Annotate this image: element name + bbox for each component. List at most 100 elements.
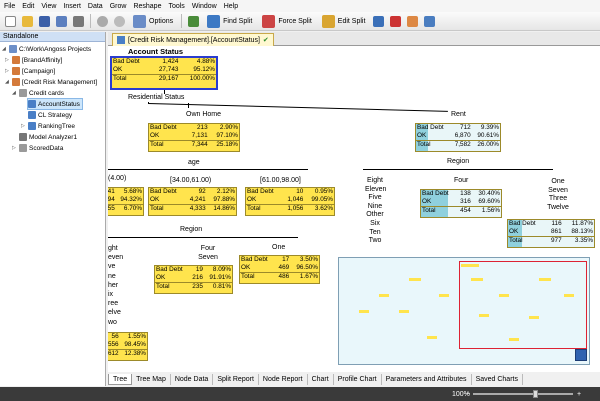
chart-button[interactable] <box>186 14 201 29</box>
node-age-left[interactable]: 41 5.68% 94 94.32% 55 6.70% <box>108 187 144 216</box>
minimap-node <box>399 310 409 313</box>
tree-view-button[interactable] <box>371 14 386 29</box>
tab-tree[interactable]: Tree <box>108 374 133 385</box>
zoom-out-icon[interactable]: − <box>466 391 470 398</box>
zoom-in-icon[interactable]: + <box>577 391 581 398</box>
expand-arrow-icon[interactable]: ▷ <box>21 123 26 129</box>
node-rent[interactable]: Bad Debt 712 9.39% OK 6,870 90.61% Total 7,58… <box>415 123 501 152</box>
tab-tree-map[interactable]: Tree Map <box>132 374 171 385</box>
minimap-node <box>409 278 421 281</box>
model-analyzer-icon <box>19 133 27 141</box>
force-split-icon <box>262 14 276 28</box>
chart-icon <box>188 15 200 27</box>
node-age-mid[interactable]: Bad Debt 92 2.12% OK 4,241 97.88% Total 4,333… <box>148 187 237 216</box>
open-button[interactable] <box>20 14 35 29</box>
minimap-node <box>439 294 449 297</box>
redo-button[interactable] <box>112 14 127 29</box>
tab-parameters[interactable]: Parameters and Attributes <box>382 374 472 385</box>
tab-profile-chart[interactable]: Profile Chart <box>334 374 382 385</box>
tab-split-report[interactable]: Split Report <box>213 374 259 385</box>
tab-saved-charts[interactable]: Saved Charts <box>472 374 523 385</box>
connector <box>188 103 189 108</box>
check-icon[interactable]: ✔ <box>263 36 269 44</box>
menu-bar: File Edit View Insert Data Grow Reshape … <box>0 0 600 12</box>
expand-arrow-icon[interactable]: ▷ <box>5 57 10 63</box>
minimap-node <box>539 278 551 281</box>
menu-help[interactable]: Help <box>224 3 238 10</box>
menu-data[interactable]: Data <box>88 3 103 10</box>
connector <box>108 237 298 238</box>
minimap[interactable] <box>338 257 590 365</box>
edit-split-button[interactable]: Edit Split <box>318 14 370 29</box>
tab-node-report[interactable]: Node Report <box>259 374 308 385</box>
menu-reshape[interactable]: Reshape <box>133 3 161 10</box>
minimap-toggle-button[interactable] <box>575 349 587 361</box>
node-four[interactable]: Bad Debt 138 30.40% OK 316 69.60% Total 454 1.… <box>420 189 502 218</box>
tree-item-credit-risk[interactable]: ◢ [Credit Risk Management] <box>5 77 97 87</box>
save-icon <box>39 15 50 27</box>
save-button[interactable] <box>37 14 52 29</box>
node-one[interactable]: Bad Debt 116 11.87% OK 861 88.13% Total 977 3.… <box>507 219 595 248</box>
node-one-2[interactable]: Bad Debt 17 3.50% OK 469 96.50% Total 486 1.67… <box>239 255 320 284</box>
branch-label-four: Four <box>454 177 469 184</box>
branch-label-one: One Seven Three Twelve <box>547 178 569 211</box>
panel-header: Standalone <box>0 32 105 42</box>
tree-item-credit-cards[interactable]: ◢ Credit cards <box>12 88 64 98</box>
root-node[interactable]: Bad Debt 1,424 4.88% OK 27,743 95.12% Total 2… <box>110 56 218 90</box>
node-age-right[interactable]: Bad Debt 10 0.95% OK 1,046 99.05% Total 1,056… <box>245 187 335 216</box>
tree-item-campaign[interactable]: ▷ [Campaign] <box>5 66 55 76</box>
grow-button[interactable] <box>405 14 420 29</box>
tab-node-data[interactable]: Node Data <box>171 374 214 385</box>
menu-tools[interactable]: Tools <box>168 3 184 10</box>
tree-item-scored-data[interactable]: ▷ ScoredData <box>12 143 63 153</box>
tab-chart[interactable]: Chart <box>308 374 334 385</box>
minimap-node <box>471 278 483 281</box>
new-button[interactable] <box>3 14 18 29</box>
menu-file[interactable]: File <box>4 3 15 10</box>
tree-icon <box>373 15 385 27</box>
menu-insert[interactable]: Insert <box>63 3 81 10</box>
menu-view[interactable]: View <box>41 3 56 10</box>
range-mid: [34.00,61.00) <box>170 177 212 184</box>
tree-item-brand-affinity[interactable]: ▷ [BrandAffinity] <box>5 55 62 65</box>
dataset-icon <box>19 89 27 97</box>
branch-label-own-home: Own Home <box>186 111 222 118</box>
collapse-arrow-icon[interactable]: ◢ <box>2 46 7 52</box>
tree-item-cl-strategy[interactable]: CL Strategy <box>28 110 72 120</box>
force-split-button[interactable]: Force Split <box>258 14 315 29</box>
expand-arrow-icon[interactable]: ▷ <box>12 145 17 151</box>
zoom-slider-knob[interactable] <box>533 390 538 398</box>
tree-item-account-status[interactable]: AccountStatus <box>27 98 83 110</box>
node-bottom-left[interactable]: 56 1.55% 556 98.45% 612 12.38% <box>108 332 148 361</box>
menu-edit[interactable]: Edit <box>22 3 34 10</box>
project-explorer: Standalone ◢ C:\Work\Angoss Projects ▷ [Br… <box>0 32 106 386</box>
decision-tree-icon <box>28 100 36 108</box>
node-own-home[interactable]: Bad Debt 213 2.90% OK 7,131 97.10% Total 7,34… <box>148 123 240 152</box>
print-icon <box>73 15 84 27</box>
project-icon <box>12 78 20 86</box>
tab-account-status[interactable]: [Credit Risk Management].[AccountStatus]… <box>112 33 274 46</box>
save-all-icon <box>56 15 67 27</box>
options-button[interactable]: Options <box>129 14 177 29</box>
dataset-icon <box>19 144 27 152</box>
find-split-button[interactable]: Find Split <box>203 14 256 29</box>
collapse-arrow-icon[interactable]: ◢ <box>12 90 17 96</box>
prune-button[interactable] <box>388 14 403 29</box>
tree-item-model-analyzer[interactable]: Model Analyzer1 <box>19 132 77 142</box>
minimap-viewport[interactable] <box>459 261 587 349</box>
menu-window[interactable]: Window <box>192 3 217 10</box>
menu-grow[interactable]: Grow <box>110 3 127 10</box>
collapse-button[interactable] <box>422 14 437 29</box>
project-folder-icon <box>9 45 17 53</box>
expand-arrow-icon[interactable]: ▷ <box>5 68 10 74</box>
save-all-button[interactable] <box>54 14 69 29</box>
tree-item-project-root[interactable]: ◢ C:\Work\Angoss Projects <box>2 44 91 54</box>
node-four-seven[interactable]: Bad Debt 19 8.09% OK 216 91.91% Total 235 0.81… <box>154 265 233 294</box>
undo-button[interactable] <box>95 14 110 29</box>
tree-item-ranking-tree[interactable]: ▷ RankingTree <box>21 121 75 131</box>
print-button[interactable] <box>71 14 86 29</box>
strategy-tree-icon <box>28 111 36 119</box>
zoom-slider[interactable] <box>473 393 573 395</box>
collapse-arrow-icon[interactable]: ◢ <box>5 79 10 85</box>
minimap-node <box>479 314 489 317</box>
